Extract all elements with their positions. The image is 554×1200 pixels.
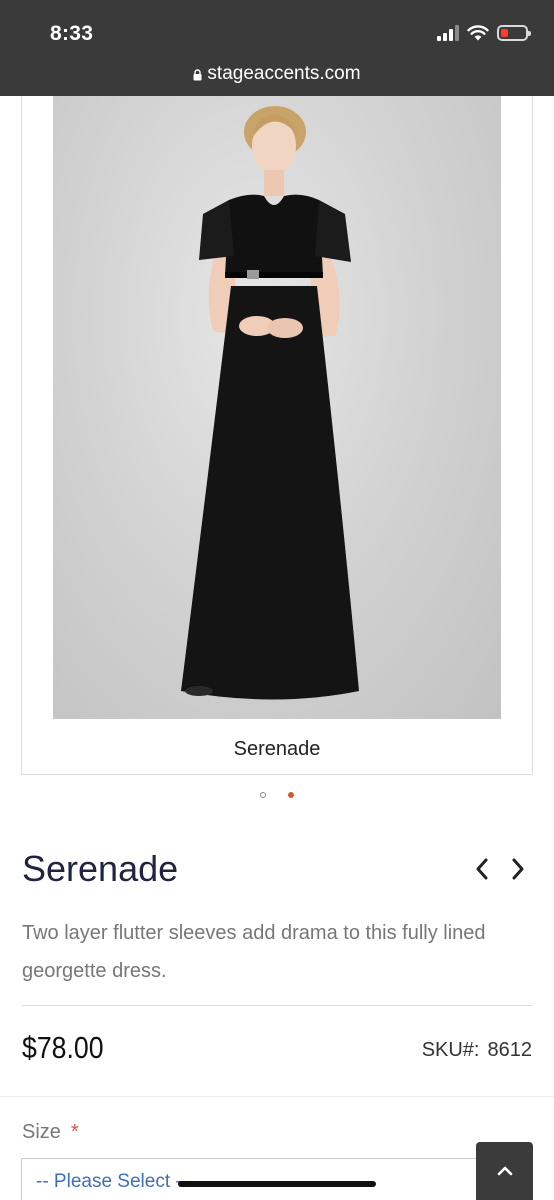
address-bar[interactable]: stageaccents.com [0,63,554,85]
carousel-dot[interactable] [288,792,294,798]
previous-product-button[interactable] [472,856,492,882]
dress-image [181,106,359,700]
sku-value: 8612 [487,1039,533,1061]
chevron-right-icon [512,858,524,880]
size-label: Size * [22,1121,79,1144]
lock-icon [193,69,202,81]
status-icons [437,24,531,41]
wifi-icon [467,25,489,41]
size-select[interactable]: -- Please Select -- [21,1158,533,1200]
product-image-card[interactable]: Serenade [21,96,533,775]
carousel-dot[interactable] [260,792,266,798]
product-photo[interactable] [53,96,501,719]
browser-header: 8:33 stageaccents.com [0,0,554,96]
status-time: 8:33 [50,22,94,45]
chevron-left-icon [476,858,488,880]
divider [0,1096,554,1097]
product-nav [472,856,528,882]
product-sku: SKU#: 8612 [422,1039,532,1062]
product-price: $78.00 [22,1030,104,1065]
size-label-text: Size [22,1121,61,1143]
image-caption: Serenade [233,738,321,760]
battery-icon [497,24,531,41]
divider [22,1005,532,1006]
required-mark: * [70,1121,79,1143]
product-title: Serenade [22,848,179,889]
carousel-dots [0,792,554,798]
size-select-value: -- Please Select -- [36,1171,189,1192]
next-product-button[interactable] [508,856,528,882]
sku-label: SKU#: [421,1039,480,1061]
chevron-up-icon [497,1166,512,1176]
home-indicator [178,1181,376,1187]
cellular-signal-icon [437,24,459,41]
back-to-top-button[interactable] [476,1142,533,1200]
product-description: Two layer flutter sleeves add drama to t… [22,922,486,982]
battery-level [501,28,508,37]
url-text: stageaccents.com [207,63,361,84]
